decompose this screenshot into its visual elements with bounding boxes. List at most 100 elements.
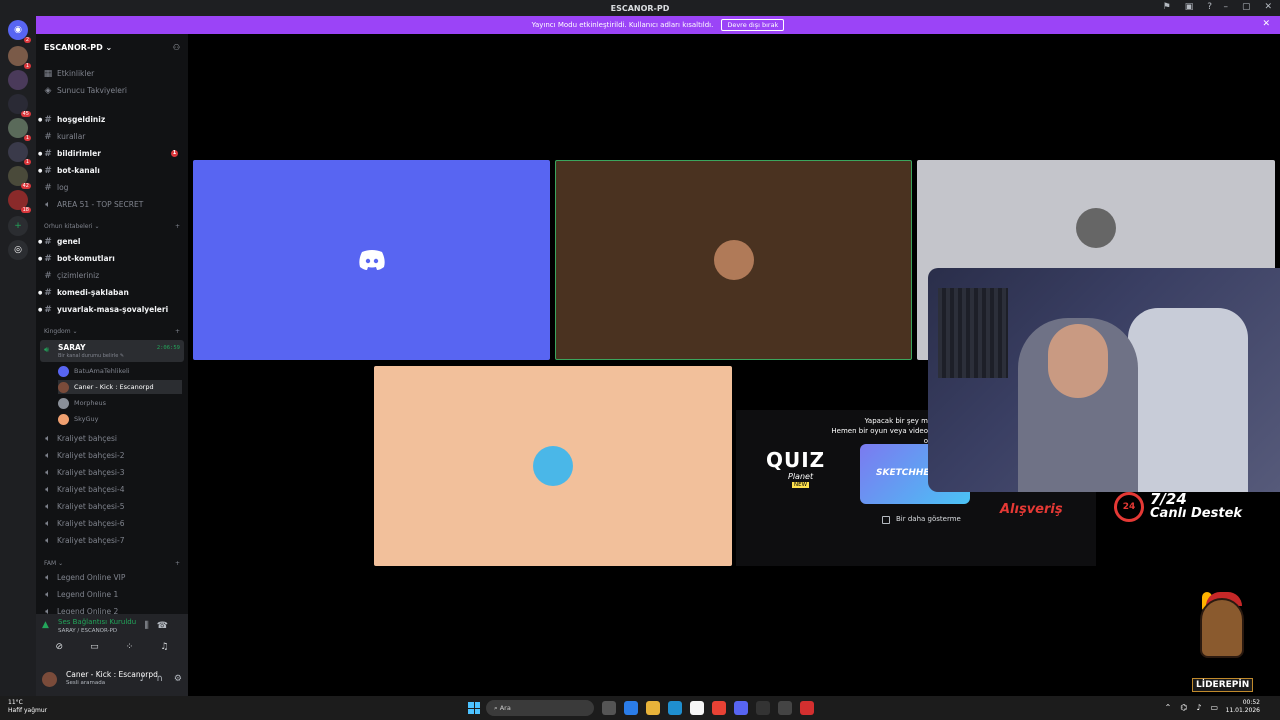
category-orhun[interactable]: Orhun kitabeleri ⌄ +: [44, 223, 180, 230]
server-icon[interactable]: 1: [8, 46, 31, 69]
video-tile[interactable]: [555, 160, 912, 360]
help-icon[interactable]: ?: [1207, 2, 1212, 12]
channel-label: Legend Online 1: [57, 590, 119, 599]
headphones-icon[interactable]: ∩: [156, 674, 163, 684]
voice-channel-item[interactable]: 🔈︎ Kraliyet bahçesi-3: [42, 465, 182, 480]
server-name: ESCANOR-PD ⌄: [44, 42, 113, 52]
pin-icon[interactable]: ⚑: [1163, 2, 1171, 12]
windows-start-icon[interactable]: [468, 702, 480, 714]
home-icon[interactable]: ◉ 2: [8, 20, 31, 43]
chevron-up-icon[interactable]: ⌃: [1165, 703, 1172, 712]
app-icon[interactable]: [756, 701, 770, 715]
avatar[interactable]: [42, 672, 57, 687]
task-view-icon[interactable]: [602, 701, 616, 715]
camera-off-icon[interactable]: ⊘: [56, 642, 64, 652]
store-icon[interactable]: [690, 701, 704, 715]
user-status: Sesli aramada: [66, 680, 106, 686]
app-icon[interactable]: [778, 701, 792, 715]
voice-user[interactable]: Morpheus: [58, 396, 182, 410]
boosts-item[interactable]: ◈ Sunucu Takviyeleri: [42, 83, 182, 98]
connection-location[interactable]: SARAY / ESCANOR-PD: [58, 628, 117, 634]
disconnect-icon[interactable]: ☎: [157, 621, 176, 631]
channel-item[interactable]: ● # bildirimler 1: [38, 146, 182, 161]
channel-item[interactable]: # çizimleriniz: [42, 268, 182, 283]
server-icon[interactable]: [8, 70, 28, 90]
hash-icon: #: [44, 148, 52, 159]
channel-item[interactable]: ● # genel: [38, 234, 182, 249]
voice-channel-item[interactable]: 🔈︎ Kraliyet bahçesi-4: [42, 482, 182, 497]
new-badge: NEW: [792, 482, 810, 488]
voice-channel-item[interactable]: 🔈︎ Legend Online 1: [42, 587, 182, 602]
signal-icon[interactable]: ▲: [42, 620, 49, 630]
voice-channel-item[interactable]: 🔈︎ Kraliyet bahçesi-2: [42, 448, 182, 463]
chrome-icon[interactable]: [712, 701, 726, 715]
dont-show-checkbox[interactable]: [882, 516, 890, 524]
channel-item[interactable]: # kurallar: [42, 129, 182, 144]
noise-suppression-icon[interactable]: ⫼: [145, 621, 157, 631]
settings-gear-icon[interactable]: ⚙: [174, 674, 182, 684]
battery-icon[interactable]: ▭: [1210, 703, 1218, 712]
inbox-icon[interactable]: ▣: [1185, 2, 1194, 12]
channel-item[interactable]: ● # bot-komutları: [38, 251, 182, 266]
video-tile[interactable]: [374, 366, 732, 566]
voice-user[interactable]: Caner - Kick : Escanorpd: [58, 380, 182, 394]
channel-item[interactable]: ● # komedi-şaklaban: [38, 285, 182, 300]
quiz-planet-card[interactable]: QUIZ Planet NEW: [744, 444, 854, 506]
channel-item[interactable]: # log: [42, 180, 182, 195]
taskbar-search[interactable]: ⌕ Ara: [486, 700, 594, 716]
voice-channel-item[interactable]: 🔈︎ Kraliyet bahçesi-7: [42, 533, 182, 548]
add-channel-icon[interactable]: +: [175, 560, 180, 567]
minimize-icon[interactable]: –: [1223, 2, 1228, 12]
dont-show-label[interactable]: Bir daha gösterme: [896, 515, 961, 523]
soundboard-icon[interactable]: ♫: [160, 642, 168, 652]
category-fam[interactable]: FAM ⌄ +: [44, 560, 180, 567]
microphone-icon[interactable]: ♪: [140, 674, 146, 684]
screen-share-icon[interactable]: ▭: [90, 642, 99, 652]
voice-channel-item[interactable]: 🔈︎ Kraliyet bahçesi: [42, 431, 182, 446]
voice-user-name: Caner - Kick : Escanorpd: [74, 383, 154, 391]
active-voice-channel[interactable]: 🔊︎ SARAY Bir kanal durumu belirle ✎ 2:06…: [40, 340, 184, 362]
activities-icon[interactable]: ⁘: [126, 642, 134, 652]
server-header[interactable]: ESCANOR-PD ⌄ ⚇: [44, 40, 180, 54]
voice-channel-item[interactable]: 🔈︎ Kraliyet bahçesi-5: [42, 499, 182, 514]
video-tile[interactable]: [193, 160, 550, 360]
add-channel-icon[interactable]: +: [175, 328, 180, 335]
channel-item[interactable]: ● # bot-kanalı: [38, 163, 182, 178]
explore-icon[interactable]: ◎: [8, 240, 28, 260]
discord-taskbar-icon[interactable]: [734, 701, 748, 715]
server-icon[interactable]: 45: [8, 94, 31, 117]
server-icon[interactable]: 1: [8, 142, 31, 165]
close-window-icon[interactable]: ✕: [1264, 2, 1272, 12]
file-explorer-icon[interactable]: [646, 701, 660, 715]
edge-icon[interactable]: [668, 701, 682, 715]
speaker-icon: 🔈︎: [45, 450, 51, 461]
maximize-icon[interactable]: ▢: [1242, 2, 1251, 12]
channel-item[interactable]: ● # hoşgeldiniz: [38, 112, 182, 127]
channel-item[interactable]: ● # yuvarlak-masa-şovalyeleri: [38, 302, 182, 317]
clock[interactable]: 00:52 11.01.2026: [1226, 699, 1260, 715]
disable-streamer-mode-button[interactable]: Devre dışı bırak: [721, 19, 785, 31]
voice-channel-item[interactable]: 🔈︎ Legend Online VIP: [42, 570, 182, 585]
voice-channel-item[interactable]: 🔈︎ AREA 51 - TOP SECRET: [42, 197, 182, 212]
volume-icon[interactable]: ♪: [1196, 703, 1201, 712]
add-channel-icon[interactable]: +: [175, 223, 180, 230]
server-icon[interactable]: 1: [8, 118, 31, 141]
voice-user[interactable]: BatuAmaTehlikeli: [58, 364, 182, 378]
voice-channel-item[interactable]: 🔈︎ Kraliyet bahçesi-6: [42, 516, 182, 531]
copilot-icon[interactable]: [624, 701, 638, 715]
obs-icon[interactable]: [800, 701, 814, 715]
server-icon[interactable]: 18: [8, 190, 31, 213]
voice-channel-name: SARAY: [58, 343, 86, 352]
invite-icon[interactable]: ⚇: [173, 43, 180, 52]
channel-label: yuvarlak-masa-şovalyeleri: [57, 305, 169, 314]
category-kingdom[interactable]: Kingdom ⌄ +: [44, 328, 180, 335]
server-icon[interactable]: 42: [8, 166, 31, 189]
weather-widget[interactable]: 11°C Hafif yağmur: [8, 699, 47, 715]
voice-user[interactable]: SkyGuy: [58, 412, 182, 426]
events-item[interactable]: ▦ Etkinlikler: [42, 66, 182, 81]
channel-status[interactable]: Bir kanal durumu belirle ✎: [58, 353, 124, 359]
close-banner-icon[interactable]: ✕: [1262, 19, 1270, 29]
network-icon[interactable]: ⌬: [1180, 703, 1187, 712]
connection-status[interactable]: Ses Bağlantısı Kuruldu: [58, 618, 136, 626]
add-server-icon[interactable]: +: [8, 216, 28, 236]
